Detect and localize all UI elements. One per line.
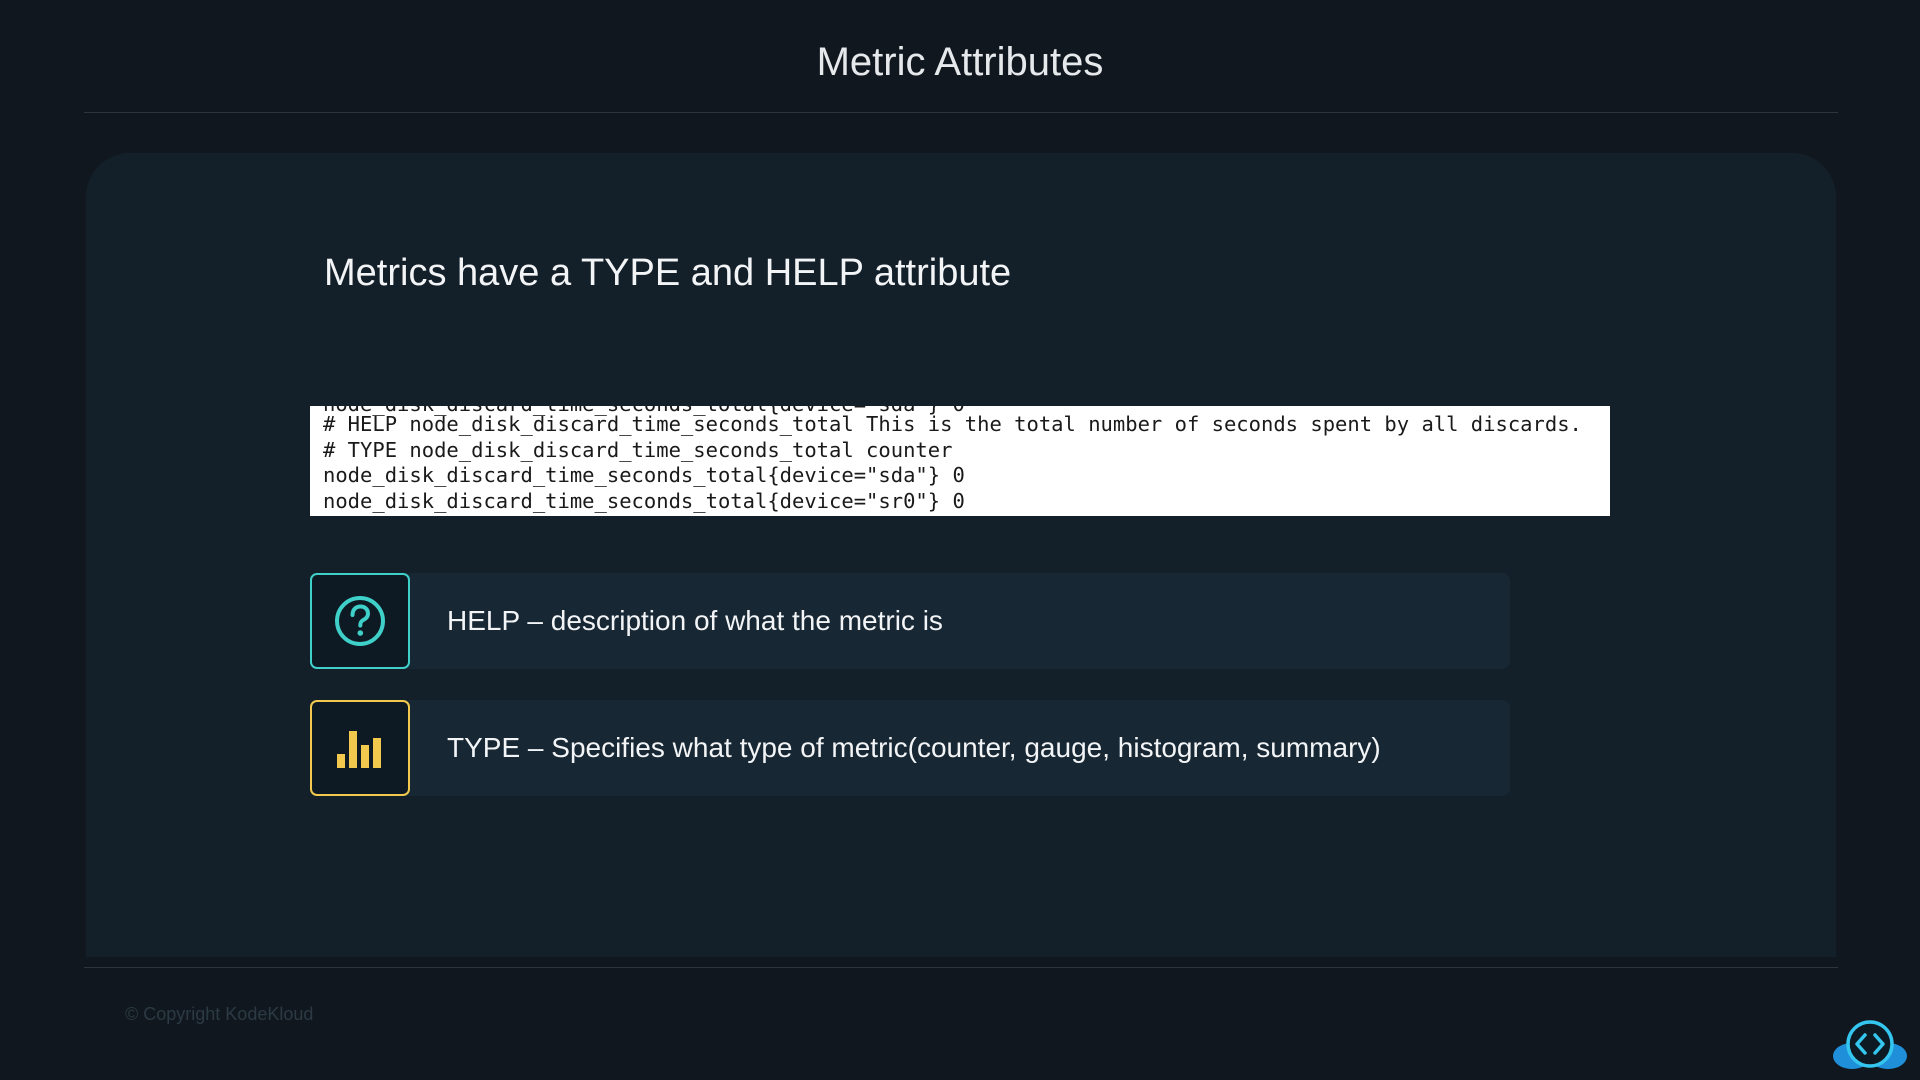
slide-title: Metric Attributes xyxy=(816,40,1104,84)
code-line-help: # HELP node_disk_discard_time_seconds_to… xyxy=(323,412,1582,436)
help-icon-box xyxy=(310,573,410,669)
code-line-sample-sr0: node_disk_discard_time_seconds_total{dev… xyxy=(323,488,965,513)
code-lines: # HELP node_disk_discard_time_seconds_to… xyxy=(323,412,1582,514)
type-icon-box xyxy=(310,700,410,796)
attribute-row-type: TYPE – Specifies what type of metric(cou… xyxy=(310,700,1510,796)
type-description: TYPE – Specifies what type of metric(cou… xyxy=(447,732,1381,763)
attribute-row-help: HELP – description of what the metric is xyxy=(310,573,1510,669)
slide: Metric Attributes Metrics have a TYPE an… xyxy=(0,0,1920,1080)
title-divider xyxy=(84,112,1838,113)
code-snippet: node_disk_discard_time_seconds_total{dev… xyxy=(310,406,1610,516)
kodekloud-logo-icon xyxy=(1833,1020,1907,1069)
help-description: HELP – description of what the metric is xyxy=(447,605,943,636)
code-line-type: # TYPE node_disk_discard_time_seconds_to… xyxy=(323,437,953,462)
question-circle-icon xyxy=(335,596,385,646)
copyright-text: © Copyright KodeKloud xyxy=(125,1004,314,1024)
bar-chart-icon xyxy=(337,731,381,768)
slide-heading: Metrics have a TYPE and HELP attribute xyxy=(324,252,1012,294)
code-line-sample-sda: node_disk_discard_time_seconds_total{dev… xyxy=(323,463,965,487)
footer-divider xyxy=(84,967,1838,968)
